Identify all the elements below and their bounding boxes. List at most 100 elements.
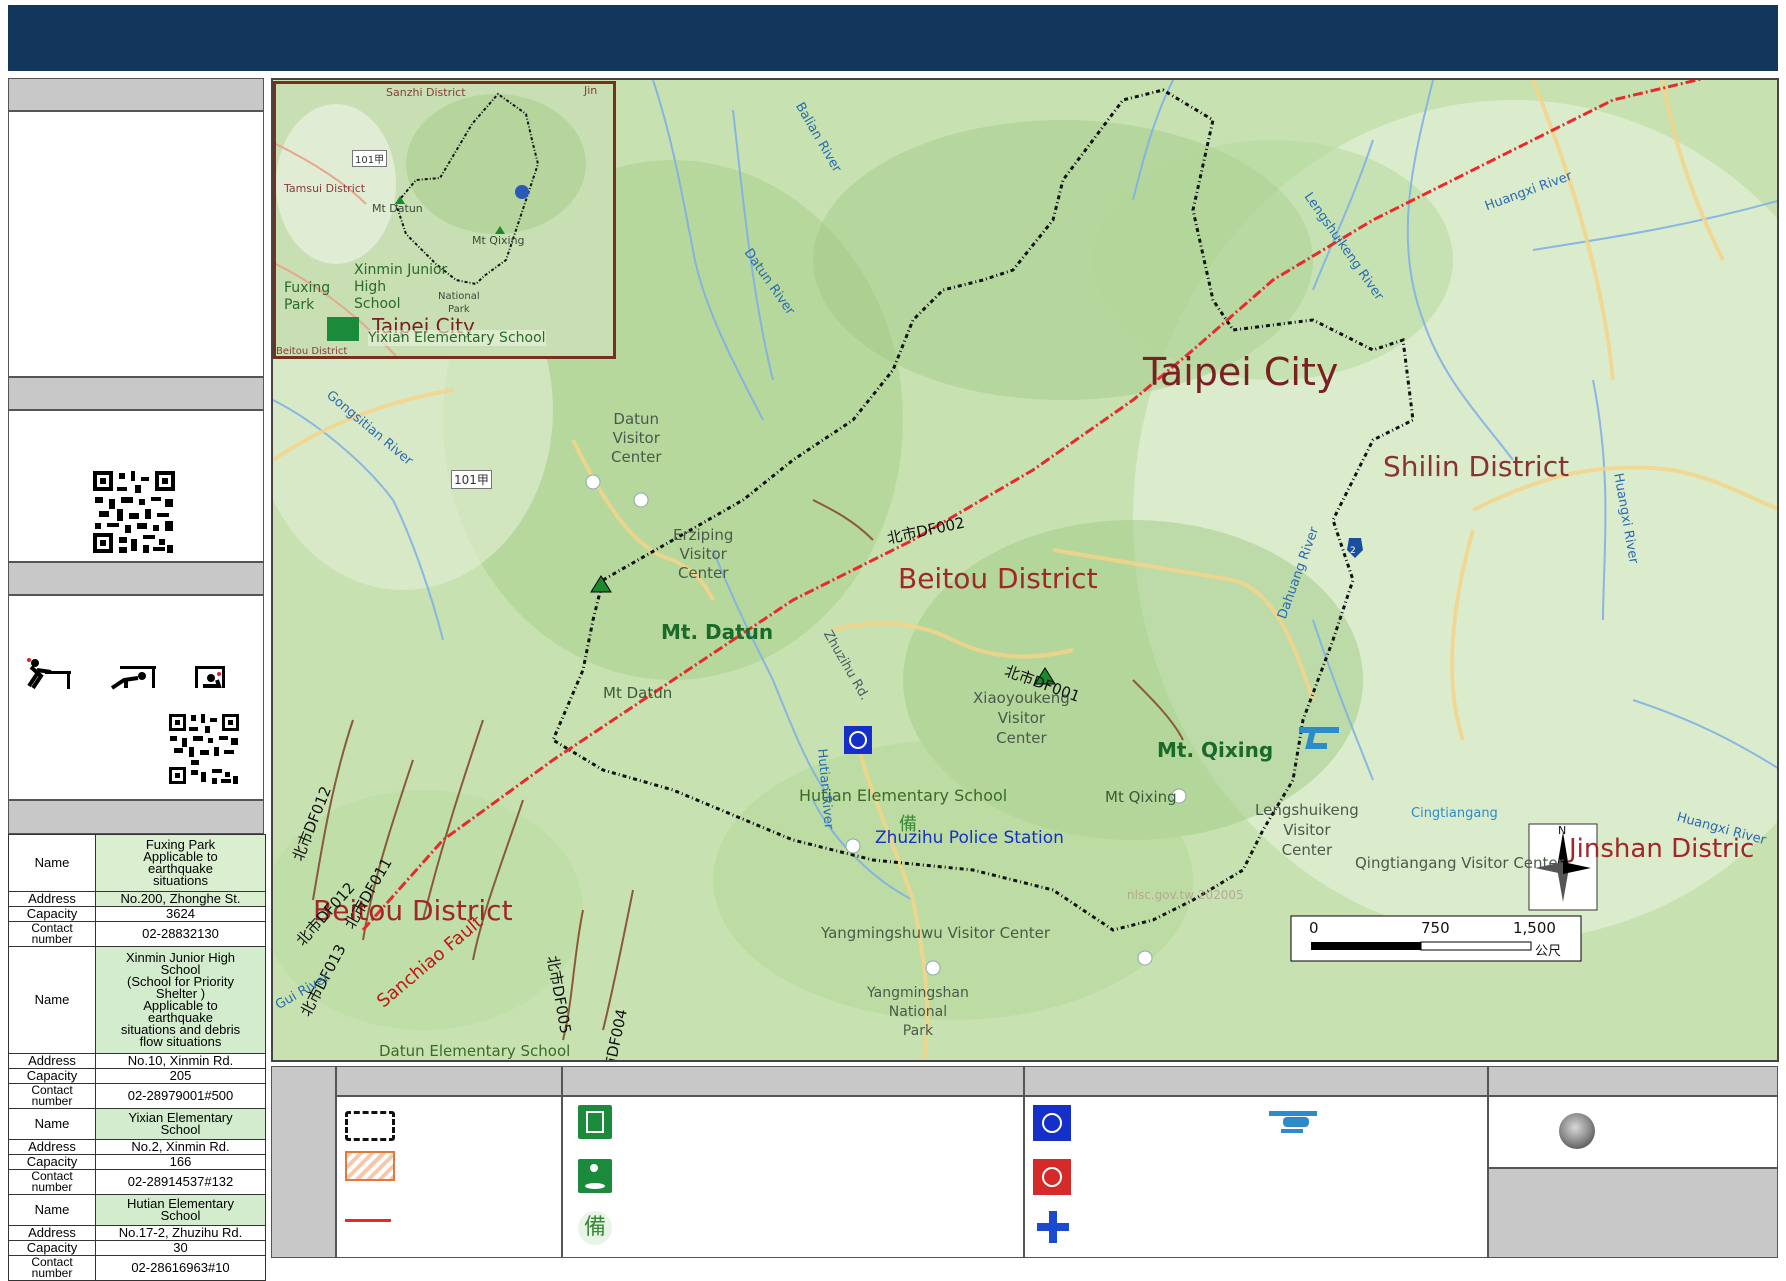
hold-pose-icon [195, 666, 225, 688]
name-label: Name [8, 1108, 96, 1140]
label-mt-qixing: Mt. Qixing [1157, 738, 1274, 762]
label-cingtiangang: Cingtiangang [1411, 806, 1498, 821]
qr-code-icon[interactable] [91, 469, 177, 555]
shelter-address: No.200, Zhonghe St. [95, 891, 266, 907]
north-label: N [1558, 824, 1567, 837]
table-row: Contact number 02-28914537#132 [8, 1169, 266, 1195]
legend-head-other [1488, 1066, 1778, 1096]
table-row: Name Hutian Elementary School [8, 1194, 266, 1226]
reserve-char: 備 [899, 814, 917, 835]
table-row: Contact number 02-28832130 [8, 921, 266, 947]
drill-panel [8, 595, 264, 800]
shelter-name: Hutian Elementary School [95, 1194, 266, 1226]
label-mt-datun: Mt. Datun [661, 620, 774, 644]
shelter-contact: 02-28832130 [95, 921, 266, 947]
inset-label-xinmin: Xinmin Junior High School [354, 262, 448, 312]
inset-road-101: 101甲 [352, 150, 388, 167]
inset-label-yixian: Yixian Elementary School [368, 330, 546, 346]
watermark-text: nlsc.gov.tw 202005 [1127, 888, 1244, 902]
fault-line-swatch [345, 1219, 391, 1222]
capacity-label: Capacity [8, 906, 96, 922]
table-row: Contact number 02-28979001#500 [8, 1083, 266, 1109]
table-row: Name Yixian Elementary School [8, 1108, 266, 1140]
table-row: Name Fuxing Park Applicable to earthquak… [8, 834, 266, 892]
table-row: Address No.200, Zhonghe St. [8, 891, 266, 907]
legend-head-facility [1024, 1066, 1488, 1096]
legend-facility-cell [1024, 1096, 1488, 1258]
shelter-contact: 02-28979001#500 [95, 1083, 266, 1109]
helicopter-icon [1269, 1111, 1317, 1137]
inset-label-mt-qixing: Mt Qixing [472, 234, 525, 247]
name-label: Name [8, 1194, 96, 1226]
shelter-address: No.10, Xinmin Rd. [95, 1053, 266, 1069]
inset-label-tamsui: Tamsui District [284, 182, 366, 195]
inset-label-beitou: Beitou District [276, 346, 348, 357]
label-qingtiangang-visitor: Qingtiangang Visitor Center [1355, 854, 1564, 872]
label-erziping-visitor: Erziping Visitor Center [673, 526, 734, 582]
road-2-shield: 2 [1350, 546, 1356, 556]
shelter-name: Fuxing Park Applicable to earthquake sit… [95, 834, 266, 892]
capacity-label: Capacity [8, 1240, 96, 1256]
label-lengshuikeng-visitor: Lengshuikeng Visitor Center [1255, 801, 1359, 859]
legend-boundary-cell [336, 1096, 562, 1258]
fire-station-icon [1033, 1159, 1071, 1195]
label-mt-datun-small: Mt Datun [603, 684, 673, 702]
debris-area-swatch [345, 1151, 395, 1181]
contact-label: Contact number [8, 1169, 96, 1195]
table-row: Contact number 02-28616963#10 [8, 1255, 266, 1281]
legend-head-boundary [336, 1066, 562, 1096]
shelter-capacity: 205 [95, 1068, 266, 1084]
table-row: Capacity 205 [8, 1068, 266, 1084]
name-label: Name [8, 946, 96, 1054]
shelter-capacity: 3624 [95, 906, 266, 922]
panel-header-4 [8, 800, 264, 834]
scale-unit: 公尺 [1535, 944, 1562, 959]
capacity-label: Capacity [8, 1068, 96, 1084]
address-label: Address [8, 1053, 96, 1069]
shelter-capacity: 166 [95, 1154, 266, 1170]
qr-code-icon[interactable] [167, 712, 241, 786]
boundary-swatch [345, 1111, 395, 1141]
table-row: Capacity 30 [8, 1240, 266, 1256]
legend-head-shelter [562, 1066, 1024, 1096]
table-row: Address No.2, Xinmin Rd. [8, 1139, 266, 1155]
scale-zero: 0 [1309, 919, 1319, 937]
header-bar [8, 5, 1778, 71]
info-panel-1 [8, 111, 264, 377]
shelter-address: No.17-2, Zhuzihu Rd. [95, 1225, 266, 1241]
panel-header-1 [8, 78, 264, 111]
inset-label-mt-datun: Mt Datun [372, 202, 423, 215]
legend-title-cell [271, 1066, 336, 1258]
panel-header-3 [8, 562, 264, 595]
inset-label-fuxing: Fuxing Park [284, 280, 331, 313]
contact-label: Contact number [8, 1083, 96, 1109]
label-taipei-city: Taipei City [1143, 350, 1339, 394]
shelter-capacity: 30 [95, 1240, 266, 1256]
reserve-shelter-icon: 備 [578, 1211, 612, 1245]
indoor-shelter-icon [578, 1105, 612, 1139]
inset-label-sanzhi: Sanzhi District [386, 86, 466, 99]
scale-max: 1,500 [1513, 919, 1556, 937]
shelter-address: No.2, Xinmin Rd. [95, 1139, 266, 1155]
address-label: Address [8, 891, 96, 907]
shelter-contact: 02-28616963#10 [95, 1255, 266, 1281]
medical-icon [1037, 1211, 1069, 1243]
label-yangmingshan-park: Yangmingshan National Park [867, 985, 969, 1039]
shelter-contact: 02-28914537#132 [95, 1169, 266, 1195]
label-datun-visitor: Datun Visitor Center [611, 410, 662, 466]
inset-map[interactable]: Sanzhi District Jin Tamsui District Mt D… [273, 81, 616, 359]
legend-footer-cell [1488, 1168, 1778, 1258]
road-101-shield: 101甲 [451, 470, 492, 489]
shelter-table: Name Fuxing Park Applicable to earthquak… [8, 834, 266, 1281]
capacity-label: Capacity [8, 1154, 96, 1170]
outdoor-shelter-icon [578, 1159, 612, 1193]
inset-label-national-park: National Park [438, 291, 480, 315]
gathering-point-icon [1559, 1113, 1595, 1149]
label-shilin: Shilin District [1383, 450, 1570, 483]
legend-other-cell [1488, 1096, 1778, 1168]
address-label: Address [8, 1139, 96, 1155]
qr-panel-1 [8, 410, 264, 562]
scale-mid: 750 [1421, 919, 1450, 937]
table-row: Name Xinmin Junior High School (School f… [8, 946, 266, 1054]
legend-shelter-cell: 備 [562, 1096, 1024, 1258]
